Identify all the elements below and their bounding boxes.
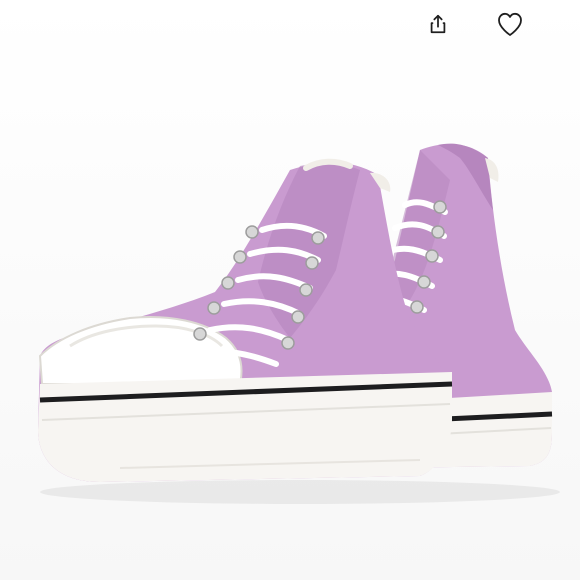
sneaker-image bbox=[38, 143, 560, 504]
floor-shadow bbox=[40, 480, 560, 504]
front-shoe bbox=[38, 158, 453, 482]
product-page bbox=[0, 0, 580, 580]
